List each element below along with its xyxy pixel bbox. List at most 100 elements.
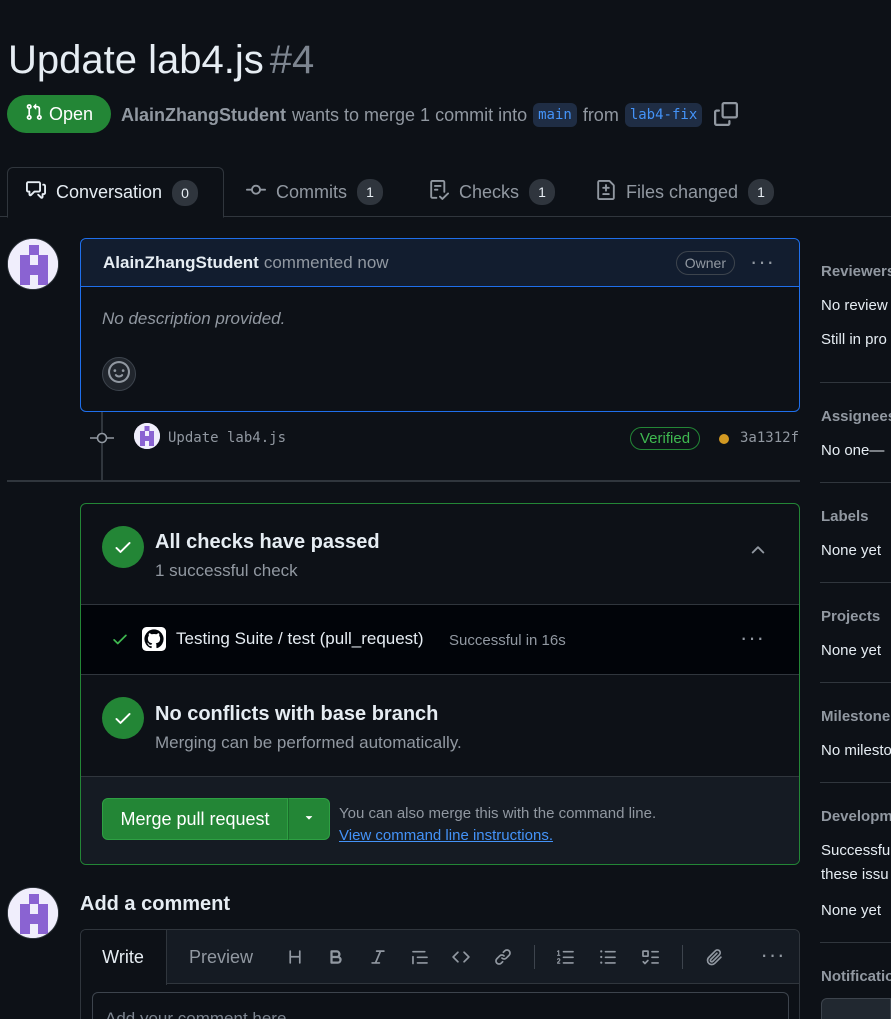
tab-commits-count: 1 bbox=[357, 179, 383, 205]
avatar[interactable] bbox=[7, 887, 59, 939]
quote-icon[interactable] bbox=[408, 945, 432, 969]
sidebar-projects-value: None yet bbox=[821, 642, 882, 659]
tab-preview[interactable]: Preview bbox=[177, 930, 265, 984]
base-branch[interactable]: main bbox=[533, 103, 577, 127]
sidebar-milestone-value: No milesto bbox=[821, 742, 891, 759]
commit-node-icon bbox=[90, 428, 114, 453]
sidebar-notifications-label: Notificatio bbox=[821, 968, 891, 985]
sidebar-assignees-value: No one— bbox=[821, 442, 885, 459]
tab-files-changed-label: Files changed bbox=[626, 181, 739, 202]
pr-description-comment: AlainZhangStudent commented now Owner ··… bbox=[80, 238, 800, 412]
commit-message[interactable]: Update lab4.js bbox=[168, 430, 286, 446]
sidebar-labels-value: None yet bbox=[821, 542, 882, 559]
pr-number: #4 bbox=[269, 38, 315, 82]
merge-footer: Merge pull request You can also merge th… bbox=[81, 776, 799, 864]
verified-badge[interactable]: Verified bbox=[630, 427, 701, 450]
checklist-icon bbox=[429, 179, 450, 205]
check-name[interactable]: Testing Suite / test (pull_request) bbox=[176, 629, 424, 649]
collapse-checks-icon[interactable] bbox=[748, 540, 768, 565]
sidebar-reviewers-label[interactable]: Reviewers bbox=[821, 263, 891, 280]
sidebar-development-note: these issu bbox=[821, 866, 889, 883]
comment-author[interactable]: AlainZhangStudent bbox=[103, 253, 259, 273]
pr-title: Update lab4.js #4 bbox=[8, 38, 314, 83]
comment-header: AlainZhangStudent commented now Owner ··… bbox=[81, 239, 799, 287]
commit-icon bbox=[246, 180, 266, 205]
sidebar-labels-label[interactable]: Labels bbox=[821, 508, 869, 525]
pr-merge-text: wants to merge 1 commit into bbox=[292, 104, 528, 125]
tab-write[interactable]: Write bbox=[81, 930, 167, 985]
ordered-list-icon[interactable] bbox=[554, 945, 578, 969]
sidebar-divider bbox=[820, 582, 891, 583]
conflicts-subtitle: Merging can be performed automatically. bbox=[155, 733, 462, 752]
comment-body: No description provided. bbox=[102, 309, 286, 328]
tab-checks-label: Checks bbox=[459, 181, 520, 202]
pr-title-text: Update lab4.js bbox=[8, 38, 264, 82]
tab-commits[interactable]: Commits 1 bbox=[228, 167, 401, 217]
timeline-divider bbox=[7, 480, 800, 482]
commit-avatar[interactable] bbox=[134, 423, 160, 449]
italic-icon[interactable] bbox=[366, 945, 390, 969]
tab-conversation-label: Conversation bbox=[56, 182, 163, 202]
link-icon[interactable] bbox=[491, 945, 515, 969]
sidebar-development-label[interactable]: Developm bbox=[821, 808, 891, 825]
pr-state-label: Open bbox=[48, 103, 94, 124]
tab-commits-label: Commits bbox=[276, 181, 347, 202]
tab-files-changed[interactable]: Files changed 1 bbox=[578, 167, 792, 217]
no-conflicts-icon bbox=[102, 697, 144, 739]
unordered-list-icon[interactable] bbox=[596, 945, 620, 969]
github-icon bbox=[142, 627, 166, 656]
check-options-icon[interactable]: ··· bbox=[740, 625, 765, 651]
sidebar-development-value: Successful bbox=[821, 842, 891, 859]
pull-request-icon bbox=[25, 103, 43, 126]
comment-editor: Write Preview ··· Add your comment here.… bbox=[80, 929, 800, 1019]
triangle-down-icon bbox=[302, 810, 316, 829]
checks-title: All checks have passed bbox=[155, 531, 380, 553]
conflicts-title: No conflicts with base branch bbox=[155, 703, 439, 725]
smiley-icon bbox=[108, 360, 130, 388]
copy-icon[interactable] bbox=[714, 102, 740, 128]
tab-files-changed-count: 1 bbox=[748, 179, 775, 205]
sidebar-divider bbox=[820, 682, 891, 683]
merge-options-dropdown[interactable] bbox=[288, 798, 330, 840]
sidebar-milestone-label[interactable]: Milestone bbox=[821, 708, 890, 725]
toolbar-divider bbox=[534, 945, 535, 969]
merge-pull-request-button[interactable]: Merge pull request bbox=[102, 798, 288, 840]
tab-checks[interactable]: Checks 1 bbox=[411, 167, 573, 217]
timeline-commit: Update lab4.js Verified 3a1312f bbox=[90, 420, 800, 456]
bold-icon[interactable] bbox=[324, 945, 348, 969]
pr-author-link[interactable]: AlainZhangStudent bbox=[121, 105, 286, 126]
avatar[interactable] bbox=[7, 238, 59, 290]
heading-icon[interactable] bbox=[283, 945, 307, 969]
sidebar-divider bbox=[820, 382, 891, 383]
pending-status-dot[interactable] bbox=[719, 434, 729, 444]
subscribe-button[interactable] bbox=[821, 998, 891, 1019]
tab-conversation-count: 0 bbox=[172, 179, 199, 206]
sidebar-projects-label[interactable]: Projects bbox=[821, 608, 880, 625]
commit-sha[interactable]: 3a1312f bbox=[740, 430, 799, 446]
code-icon[interactable] bbox=[449, 945, 473, 969]
pr-meta: AlainZhangStudent wants to merge 1 commi… bbox=[121, 103, 703, 127]
command-line-instructions-link[interactable]: View command line instructions. bbox=[339, 827, 553, 844]
sidebar-assignees-label[interactable]: Assignees bbox=[821, 408, 891, 425]
toolbar-divider bbox=[682, 945, 683, 969]
more-options-icon[interactable]: ··· bbox=[761, 942, 785, 967]
checks-passed-icon bbox=[102, 526, 144, 568]
file-diff-icon bbox=[596, 179, 616, 205]
comment-options-icon[interactable]: ··· bbox=[750, 249, 775, 275]
head-branch[interactable]: lab4-fix bbox=[624, 103, 703, 127]
tab-checks-count: 1 bbox=[529, 179, 556, 205]
merge-box: All checks have passed 1 successful chec… bbox=[80, 503, 800, 865]
check-success-icon bbox=[111, 630, 129, 653]
sidebar-divider bbox=[820, 942, 891, 943]
check-status: Successful in 16s bbox=[449, 632, 566, 649]
comment-textarea[interactable]: Add your comment here... bbox=[92, 992, 789, 1019]
tab-conversation[interactable]: Conversation 0 bbox=[7, 167, 224, 218]
tasklist-icon[interactable] bbox=[638, 945, 662, 969]
add-reaction-button[interactable] bbox=[102, 357, 136, 391]
check-item: Testing Suite / test (pull_request) Succ… bbox=[81, 604, 799, 675]
checks-subtitle: 1 successful check bbox=[155, 561, 298, 580]
paperclip-icon[interactable] bbox=[702, 945, 726, 969]
sidebar-divider bbox=[820, 482, 891, 483]
sidebar-reviewers-note: Still in pro bbox=[821, 331, 887, 348]
conversation-icon bbox=[26, 180, 46, 205]
